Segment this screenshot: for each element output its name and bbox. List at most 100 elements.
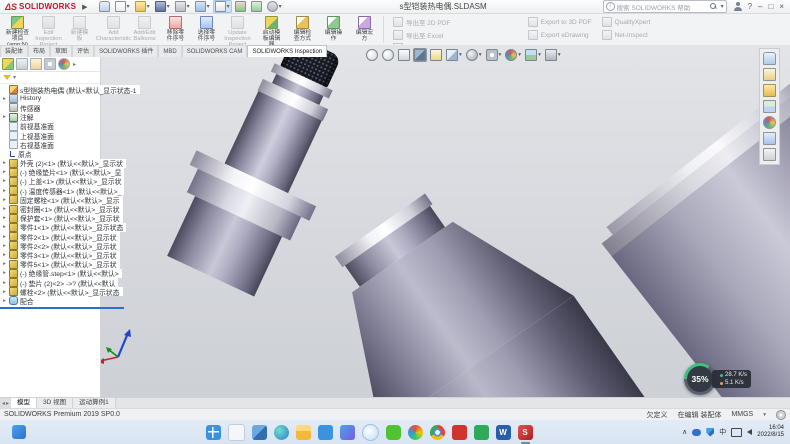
qat-select-button[interactable]: ▾ [213, 0, 232, 13]
dropdown-caret-icon[interactable]: ▾ [499, 52, 502, 58]
expand-arrow-icon[interactable]: ▸ [2, 224, 7, 230]
search-taskbar-icon[interactable] [228, 424, 245, 441]
system-monitor-overlay[interactable]: 35% 28.7 K/s 5.1 K/s [684, 363, 751, 395]
solidworks-taskbar-icon[interactable]: S [518, 425, 533, 440]
zoom-fit-button[interactable] [365, 48, 379, 62]
expand-arrow-icon[interactable]: ▸ [2, 188, 7, 194]
hide-show-items-button[interactable]: ▾ [485, 48, 503, 62]
qat-display-button[interactable] [249, 0, 264, 13]
tab-SOLIDWORKS Inspection[interactable]: SOLIDWORKS Inspection [247, 45, 327, 57]
panel-tabs-overflow-icon[interactable]: ▸ [73, 61, 76, 68]
dropdown-caret-icon[interactable]: ▾ [479, 52, 482, 58]
search-box[interactable]: i 搜索 SOLIDWORKS 帮助 ▾ [603, 0, 727, 13]
dimxpertmanager-tab[interactable] [44, 58, 56, 70]
propertymanager-tab[interactable] [16, 58, 28, 70]
section-view-button[interactable] [413, 48, 427, 62]
browser-taskbar-icon[interactable] [408, 425, 423, 440]
expand-arrow-icon[interactable]: ▸ [2, 234, 7, 240]
ime-indicator[interactable]: 中 [719, 427, 726, 437]
tab-草图[interactable]: 草图 [50, 45, 72, 57]
zoom-area-button[interactable] [381, 48, 395, 62]
restore-button[interactable]: □ [768, 3, 773, 11]
remove-balloons-button[interactable]: 移除零 件序号 [160, 15, 191, 42]
expand-arrow-icon[interactable]: ▸ [2, 114, 7, 120]
network-display-icon[interactable] [731, 428, 742, 437]
login-icon[interactable] [734, 2, 742, 11]
dynamic-annotation-button[interactable] [429, 48, 443, 62]
qat-home-button[interactable] [97, 0, 112, 13]
photos-taskbar-icon[interactable] [340, 425, 355, 440]
apply-scene-button[interactable]: ▾ [524, 48, 542, 62]
file-explorer-tab[interactable] [761, 83, 778, 98]
display-style-button[interactable]: ▾ [465, 48, 483, 62]
tree-filter-row[interactable]: ▾ [0, 72, 100, 84]
onedrive-icon[interactable] [692, 429, 701, 436]
featuremanager-tab[interactable] [2, 58, 14, 70]
defender-shield-icon[interactable] [706, 428, 714, 437]
launch-template-editor-button[interactable]: 启动模 板编辑 器 [256, 15, 287, 48]
expand-arrow-icon[interactable]: ▸ [2, 197, 7, 203]
edit-operation-button[interactable]: 编辑操 作 [318, 15, 349, 42]
expand-arrow-icon[interactable]: ▸ [2, 215, 7, 221]
displaymanager-tab[interactable] [58, 58, 70, 70]
chrome-taskbar-icon[interactable] [430, 425, 445, 440]
view-orientation-button[interactable]: ▾ [445, 48, 463, 62]
tab-SOLIDWORKS CAM[interactable]: SOLIDWORKS CAM [182, 45, 248, 57]
expand-arrow-icon[interactable]: ▸ [2, 206, 7, 212]
edit-inspection-method-button[interactable]: 编辑检 查方式 [287, 15, 318, 42]
solidworks-resources-tab[interactable] [761, 51, 778, 66]
edit-macro-button[interactable]: 编辑宏 方 [349, 15, 380, 42]
minimize-button[interactable]: – [758, 3, 762, 11]
qat-options-button[interactable]: ▾ [265, 0, 284, 13]
widgets-icon[interactable] [12, 425, 26, 439]
status-options-icon[interactable] [776, 410, 786, 420]
filter-caret-icon[interactable]: ▾ [13, 74, 16, 81]
view-settings-button[interactable]: ▾ [544, 48, 562, 62]
custom-properties-tab[interactable] [761, 131, 778, 146]
search-input[interactable]: 搜索 SOLIDWORKS 帮助 [617, 2, 708, 12]
expand-arrow-icon[interactable]: ▸ [2, 169, 7, 175]
previous-view-button[interactable] [397, 48, 411, 62]
search-caret-icon[interactable]: ▾ [721, 3, 724, 10]
start-taskbar-icon[interactable] [206, 425, 221, 440]
solidworks-forum-tab[interactable] [761, 147, 778, 162]
tree-item[interactable]: ▸配合 [1, 296, 37, 305]
tree-item[interactable]: s型铠装热电偶 (默认<默认_显示状态-1 [1, 85, 140, 94]
file-explorer-taskbar-icon[interactable] [296, 425, 311, 440]
configurationmanager-tab[interactable] [30, 58, 42, 70]
edit-appearance-button[interactable]: ▾ [504, 48, 522, 62]
dropdown-caret-icon[interactable]: ▾ [279, 3, 282, 10]
tray-expand-icon[interactable]: ∧ [682, 428, 687, 436]
edge-taskbar-icon[interactable] [274, 425, 289, 440]
units-caret-icon[interactable]: ▾ [763, 412, 766, 418]
volume-icon[interactable] [747, 429, 752, 435]
dropdown-caret-icon[interactable]: ▾ [518, 52, 521, 58]
qat-rebuild-button[interactable] [233, 0, 248, 13]
design-library-tab[interactable] [761, 67, 778, 82]
tab-SOLIDWORKS 插件[interactable]: SOLIDWORKS 插件 [94, 45, 158, 57]
qat-undo-button[interactable]: ▾ [193, 0, 212, 13]
dictionary-taskbar-icon[interactable] [452, 425, 467, 440]
mail-taskbar-icon[interactable] [318, 425, 333, 440]
menu-flyout-icon[interactable]: ▶ [82, 3, 87, 11]
dropdown-caret-icon[interactable]: ▾ [207, 3, 210, 10]
tab-装配体[interactable]: 装配体 [0, 45, 28, 57]
close-button[interactable]: × [779, 3, 784, 11]
dropdown-caret-icon[interactable]: ▾ [558, 52, 561, 58]
task-view-taskbar-icon[interactable] [252, 425, 267, 440]
new-inspection-project-button[interactable]: 新建检查 项目 (amp;N) [2, 15, 33, 48]
docs-taskbar-icon[interactable] [474, 425, 489, 440]
dropdown-caret-icon[interactable]: ▾ [459, 52, 462, 58]
tab-布局[interactable]: 布局 [28, 45, 50, 57]
dropdown-caret-icon[interactable]: ▾ [147, 3, 150, 10]
expand-arrow-icon[interactable]: ▸ [2, 280, 7, 286]
expand-arrow-icon[interactable]: ▸ [2, 270, 7, 276]
expand-arrow-icon[interactable]: ▸ [2, 96, 7, 102]
expand-arrow-icon[interactable]: ▸ [2, 243, 7, 249]
appearances-scenes-tab[interactable] [761, 115, 778, 130]
expand-arrow-icon[interactable]: ▸ [2, 261, 7, 267]
wechat-taskbar-icon[interactable] [386, 425, 401, 440]
solidworks-logo[interactable]: ΔS SOLIDWORKS [2, 2, 79, 12]
dropdown-caret-icon[interactable]: ▾ [227, 3, 230, 10]
status-item[interactable]: MMGS [731, 411, 753, 418]
